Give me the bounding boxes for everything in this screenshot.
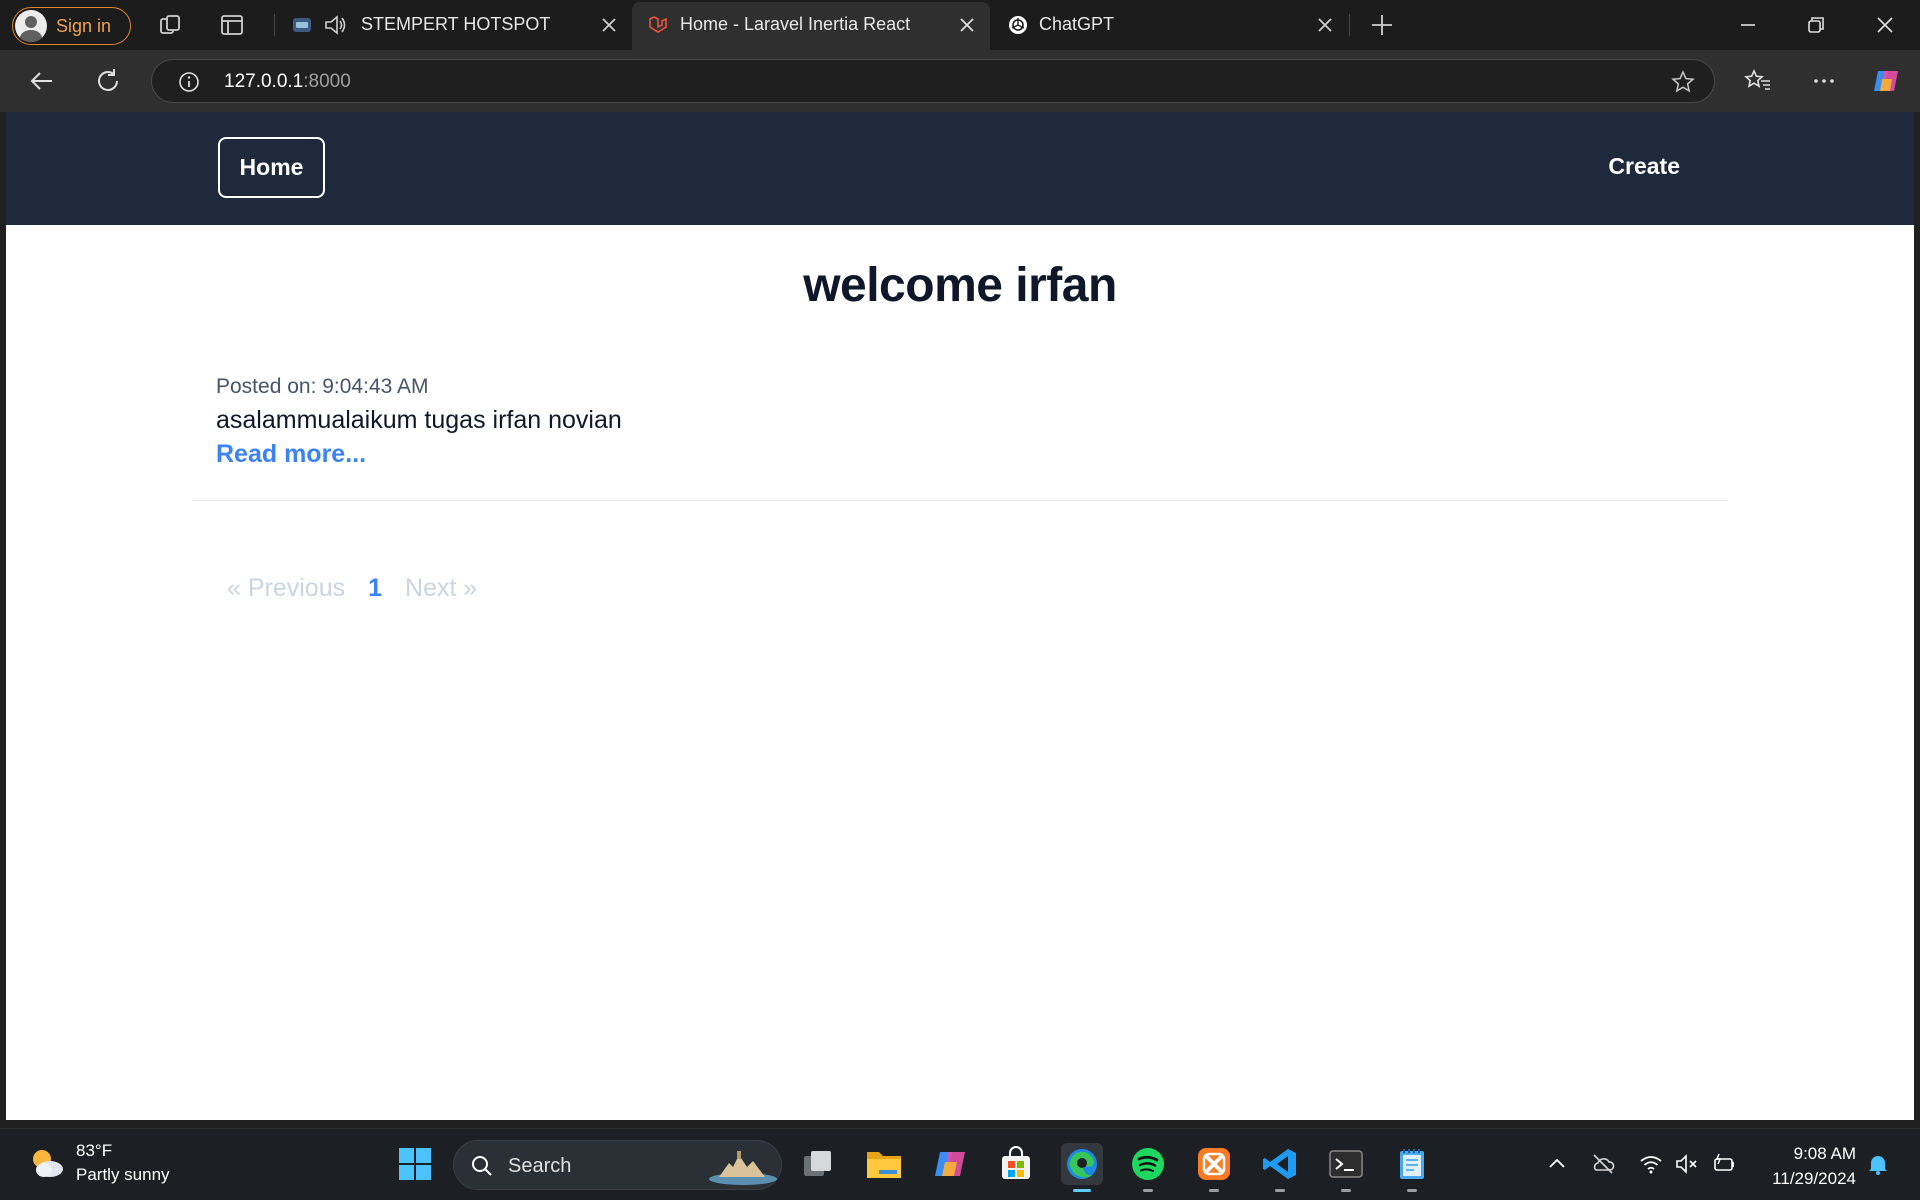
- window-close-icon[interactable]: [1872, 12, 1898, 38]
- site-info-icon[interactable]: [178, 71, 200, 93]
- chevron-up-icon[interactable]: [1544, 1151, 1570, 1177]
- running-indicator: [1275, 1189, 1285, 1192]
- tab-stempert-hotspot[interactable]: STEMPERT HOTSPOT: [276, 0, 630, 50]
- pagination-previous[interactable]: « Previous: [227, 574, 345, 603]
- page-title: welcome irfan: [803, 259, 1117, 312]
- laravel-icon: [649, 16, 667, 33]
- taskbar-microsoft-store[interactable]: [995, 1143, 1037, 1185]
- weather-temperature: 83°F: [76, 1141, 113, 1160]
- tab-title: ChatGPT: [1039, 14, 1115, 34]
- taskbar-notepad[interactable]: [1391, 1143, 1433, 1192]
- url-text: 127.0.0.1:8000: [224, 71, 351, 93]
- notification-bell-icon[interactable]: [1865, 1151, 1891, 1177]
- taskbar-search[interactable]: Search: [453, 1140, 782, 1190]
- running-indicator: [1073, 1189, 1091, 1192]
- wifi-icon[interactable]: [1638, 1151, 1664, 1177]
- signin-label: Sign in: [56, 15, 112, 36]
- start-button[interactable]: [394, 1143, 436, 1185]
- post-item: Posted on: 9:04:43 AM asalammualaikum tu…: [216, 375, 1716, 469]
- url-port: :8000: [303, 71, 351, 92]
- pagination-next[interactable]: Next »: [405, 574, 477, 603]
- back-icon[interactable]: [26, 65, 58, 97]
- copilot-icon[interactable]: [1870, 65, 1902, 97]
- taskbar-vscode[interactable]: [1259, 1143, 1301, 1192]
- taskbar-spotify[interactable]: [1127, 1143, 1169, 1192]
- running-indicator: [1341, 1189, 1351, 1192]
- vertical-tabs-icon[interactable]: [218, 11, 246, 39]
- profile-signin-button[interactable]: Sign in: [12, 7, 131, 45]
- nav-create-link[interactable]: Create: [1608, 153, 1680, 180]
- favorite-star-icon[interactable]: [1670, 69, 1696, 95]
- taskbar-terminal[interactable]: [1325, 1143, 1367, 1192]
- close-icon[interactable]: [600, 16, 618, 34]
- browser-tab-strip: Sign in STEMPERT HOTSPOT Home - Laravel …: [0, 0, 1920, 50]
- post-timestamp: Posted on: 9:04:43 AM: [216, 375, 429, 398]
- search-icon: [472, 1156, 492, 1176]
- workspaces-icon[interactable]: [156, 11, 184, 39]
- chatgpt-icon: [1009, 16, 1027, 34]
- speaker-icon[interactable]: [322, 12, 348, 38]
- taskbar-task-view[interactable]: [797, 1143, 839, 1185]
- taskbar-copilot[interactable]: [929, 1143, 971, 1185]
- spotify-icon: [1132, 1148, 1164, 1180]
- minimize-icon[interactable]: [1735, 12, 1761, 38]
- running-indicator: [1209, 1189, 1219, 1192]
- copilot-icon: [935, 1152, 965, 1176]
- terminal-icon: [1329, 1150, 1363, 1178]
- xampp-icon: [1198, 1148, 1230, 1180]
- tab-separator: [274, 14, 275, 36]
- nav-home-link[interactable]: Home: [218, 137, 325, 198]
- clock-date: 11/29/2024: [1772, 1169, 1856, 1188]
- page-viewport: Home Create welcome irfan Posted on: 9:0…: [6, 112, 1914, 1120]
- tab-chatgpt[interactable]: ChatGPT: [992, 0, 1346, 50]
- weather-description: Partly sunny: [76, 1165, 170, 1184]
- post-body: asalammualaikum tugas irfan novian: [216, 406, 622, 434]
- tab-title: STEMPERT HOTSPOT: [361, 14, 551, 34]
- pagination: « Previous 1 Next »: [227, 574, 477, 603]
- tab-separator: [1349, 14, 1350, 36]
- onedrive-offline-icon[interactable]: [1590, 1151, 1616, 1177]
- clock-time: 9:08 AM: [1793, 1144, 1856, 1163]
- taskbar-file-explorer[interactable]: [863, 1143, 905, 1185]
- battery-charging-icon[interactable]: [1711, 1151, 1737, 1177]
- tab-laravel-home[interactable]: Home - Laravel Inertia React: [632, 2, 990, 50]
- taskbar-xampp[interactable]: [1193, 1143, 1235, 1192]
- new-tab-icon[interactable]: [1368, 11, 1396, 39]
- running-indicator: [1143, 1189, 1153, 1192]
- avatar: [15, 10, 47, 42]
- vscode-icon: [1263, 1149, 1296, 1179]
- taskbar-edge[interactable]: [1061, 1143, 1103, 1192]
- file-explorer-icon: [867, 1152, 901, 1178]
- address-bar[interactable]: 127.0.0.1:8000: [151, 59, 1715, 103]
- search-label: Search: [508, 1155, 572, 1177]
- search-highlight-illustration: [709, 1151, 777, 1185]
- edge-icon: [1067, 1149, 1097, 1179]
- taskbar-clock[interactable]: 9:08 AM 11/29/2024: [1772, 1141, 1856, 1191]
- windows-taskbar: 83°F Partly sunny Search 9:08 AM 11/29/2…: [0, 1128, 1920, 1200]
- favorites-icon[interactable]: [1742, 65, 1774, 97]
- windows-logo-icon: [399, 1148, 431, 1180]
- close-icon[interactable]: [1316, 16, 1334, 34]
- refresh-icon[interactable]: [92, 65, 124, 97]
- tab-title: Home - Laravel Inertia React: [680, 14, 911, 34]
- running-indicator: [1407, 1189, 1417, 1192]
- more-options-icon[interactable]: [1808, 65, 1840, 97]
- post-divider: [192, 500, 1728, 501]
- browser-toolbar: 127.0.0.1:8000: [0, 50, 1920, 112]
- site-navbar: Home Create: [6, 112, 1914, 225]
- microsoft-store-icon: [1002, 1146, 1030, 1179]
- wifi-portal-icon: [293, 18, 311, 32]
- pagination-page-1[interactable]: 1: [368, 574, 382, 603]
- notepad-icon: [1400, 1149, 1424, 1179]
- close-icon[interactable]: [958, 16, 976, 34]
- read-more-link[interactable]: Read more...: [216, 440, 366, 469]
- url-host: 127.0.0.1: [224, 71, 304, 92]
- restore-icon[interactable]: [1803, 12, 1829, 38]
- task-view-icon: [804, 1151, 831, 1176]
- volume-muted-icon[interactable]: [1674, 1151, 1700, 1177]
- partly-sunny-icon[interactable]: [26, 1143, 66, 1183]
